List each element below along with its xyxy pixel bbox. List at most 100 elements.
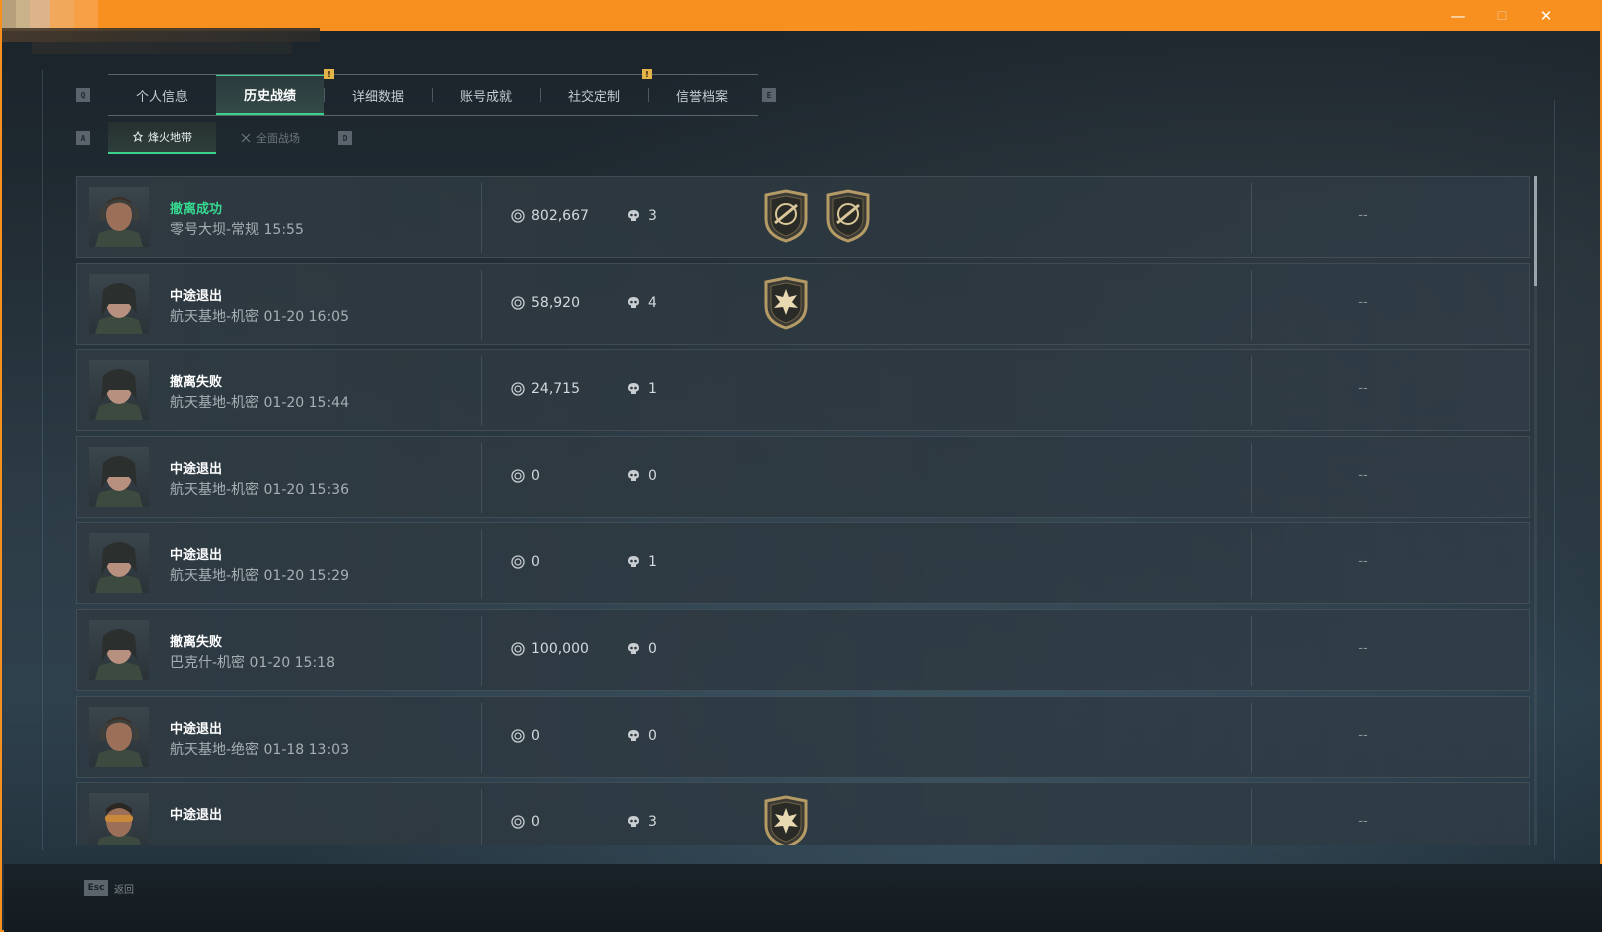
footer-bar [4, 864, 1602, 932]
kill-count-text: 3 [648, 814, 657, 831]
column-divider [1251, 616, 1252, 686]
operator-avatar [89, 706, 149, 767]
skull-icon [628, 816, 639, 828]
loot-value-text: 58,920 [531, 294, 580, 311]
title-bar: — ☐ ✕ [2, 0, 1602, 31]
redacted-player-name [2, 28, 320, 42]
subtab-warzone[interactable]: 烽火地带 [108, 122, 216, 154]
kill-count: 3 [627, 208, 657, 224]
match-row[interactable]: 撤离失败 巴克什-机密 01-20 15:18 100,000 0 -- [76, 609, 1530, 691]
match-row[interactable]: 撤离失败 航天基地-机密 01-20 15:44 24,715 1 -- [76, 349, 1530, 432]
column-divider [1251, 269, 1252, 340]
coin-icon [511, 295, 525, 310]
coin-icon [511, 728, 525, 743]
tab-label: 个人信息 [135, 89, 188, 105]
tab-4[interactable]: 社交定制 [540, 75, 648, 115]
tab-prev-key-hint[interactable]: Q [76, 88, 90, 102]
medal-list [761, 795, 811, 845]
sniper-badge-icon[interactable] [761, 189, 811, 247]
coin-icon [511, 382, 525, 396]
burst-badge-icon[interactable] [761, 276, 811, 334]
kill-count-text: 1 [648, 381, 657, 398]
loot-value: 0 [511, 554, 540, 570]
maximize-button[interactable]: ☐ [1480, 0, 1524, 31]
close-button[interactable]: ✕ [1524, 0, 1568, 31]
loot-value: 802,667 [511, 208, 589, 224]
back-label[interactable]: 返回 [114, 881, 134, 896]
column-divider [481, 702, 482, 773]
extra-info: -- [1358, 381, 1368, 397]
app-icon [2, 0, 98, 31]
match-status: 中途退出 [170, 721, 223, 737]
tab-1[interactable]: 历史战绩 [216, 75, 324, 115]
medal-list [761, 189, 873, 247]
loot-value: 100,000 [511, 641, 589, 657]
esc-key-hint[interactable]: Esc [84, 880, 108, 896]
loot-value: 24,715 [511, 381, 580, 397]
tab-label: 历史战绩 [243, 89, 296, 104]
map-and-time: 航天基地-机密 01-20 16:05 [170, 308, 349, 325]
sniper-badge-icon[interactable] [823, 189, 873, 247]
tab-next-key-hint[interactable]: E [762, 88, 776, 102]
mode-subtabs: 烽火地带 全面战场 [108, 122, 324, 154]
kill-count: 0 [627, 641, 657, 657]
minimize-button[interactable]: — [1436, 0, 1480, 31]
burst-badge-icon[interactable] [761, 795, 811, 845]
extra-info: -- [1358, 467, 1368, 483]
extra-info: -- [1358, 727, 1368, 743]
tab-0[interactable]: 个人信息 [108, 75, 216, 115]
main-tabs: 个人信息 历史战绩 详细数据! 账号成就 社交定制 信誉档案! [108, 69, 758, 116]
operator-avatar [89, 620, 149, 680]
coin-icon [511, 642, 525, 656]
match-row[interactable]: 中途退出 航天基地-机密 01-20 15:36 0 0 -- [76, 435, 1530, 518]
subtab-prev-key-hint[interactable]: A [76, 131, 90, 145]
subtab-label: 烽火地带 [148, 131, 192, 144]
loot-value: 58,920 [511, 295, 580, 311]
kill-count-text: 1 [648, 554, 657, 571]
match-status: 中途退出 [170, 461, 223, 477]
map-and-time: 巴克什-机密 01-20 15:18 [170, 655, 335, 671]
tab-label: 账号成就 [459, 89, 512, 105]
match-row[interactable]: 撤离成功 零号大坝-常规 15:55 802,667 3 -- [76, 176, 1530, 258]
game-window: — ☐ ✕ Q 个人信息 历史战绩 详细数据! 账号成就 社交定制 信誉档案! E A 烽… [0, 0, 1602, 932]
operator-avatar [89, 273, 149, 334]
map-and-time: 航天基地-机密 01-20 15:44 [170, 395, 349, 412]
scrollbar-thumb[interactable] [1534, 176, 1537, 286]
map-and-time: 航天基地-机密 01-20 15:29 [170, 568, 349, 585]
map-and-time: 航天基地-绝密 01-18 13:03 [170, 741, 349, 758]
column-divider [481, 183, 482, 253]
match-row[interactable]: 中途退出 航天基地-机密 01-20 16:05 58,920 4 -- [76, 262, 1530, 345]
match-row[interactable]: 中途退出 航天基地-机密 01-20 15:29 0 1 -- [76, 522, 1530, 605]
skull-icon [628, 210, 639, 221]
kill-count: 0 [627, 468, 657, 484]
column-divider [481, 789, 482, 845]
column-divider [1251, 183, 1252, 253]
kill-count: 3 [627, 814, 657, 830]
coin-icon [511, 469, 525, 483]
loot-value-text: 802,667 [531, 208, 589, 224]
match-row[interactable]: 中途退出 0 3 -- [76, 782, 1530, 845]
column-divider [1251, 442, 1252, 513]
extra-info: -- [1358, 814, 1368, 830]
loot-value-text: 0 [531, 467, 540, 484]
subtab-battlefield[interactable]: 全面战场 [216, 122, 324, 154]
operator-avatar [89, 533, 149, 594]
kill-count-text: 0 [648, 641, 657, 657]
match-history-list[interactable]: 撤离成功 零号大坝-常规 15:55 802,667 3 -- 中途退出 航天基地-机密 0… [76, 176, 1530, 845]
coin-icon [511, 209, 525, 223]
tab-5[interactable]: 信誉档案! [642, 69, 756, 115]
subtab-next-key-hint[interactable]: D [338, 131, 352, 145]
skull-icon [628, 643, 639, 654]
loot-value-text: 0 [531, 727, 540, 744]
loot-value-text: 24,715 [531, 381, 580, 398]
kill-count-text: 0 [648, 727, 657, 744]
match-row[interactable]: 中途退出航天基地-绝密 01-18 13:03 0 0 -- [76, 695, 1530, 778]
skull-icon [628, 296, 639, 308]
match-status: 中途退出 [170, 548, 223, 564]
tab-3[interactable]: 账号成就 [432, 75, 540, 115]
tab-2[interactable]: 详细数据! [324, 69, 432, 115]
coin-icon [511, 815, 525, 829]
redacted-player-info [32, 42, 292, 54]
frame-line [1554, 100, 1555, 860]
column-divider [1251, 789, 1252, 845]
